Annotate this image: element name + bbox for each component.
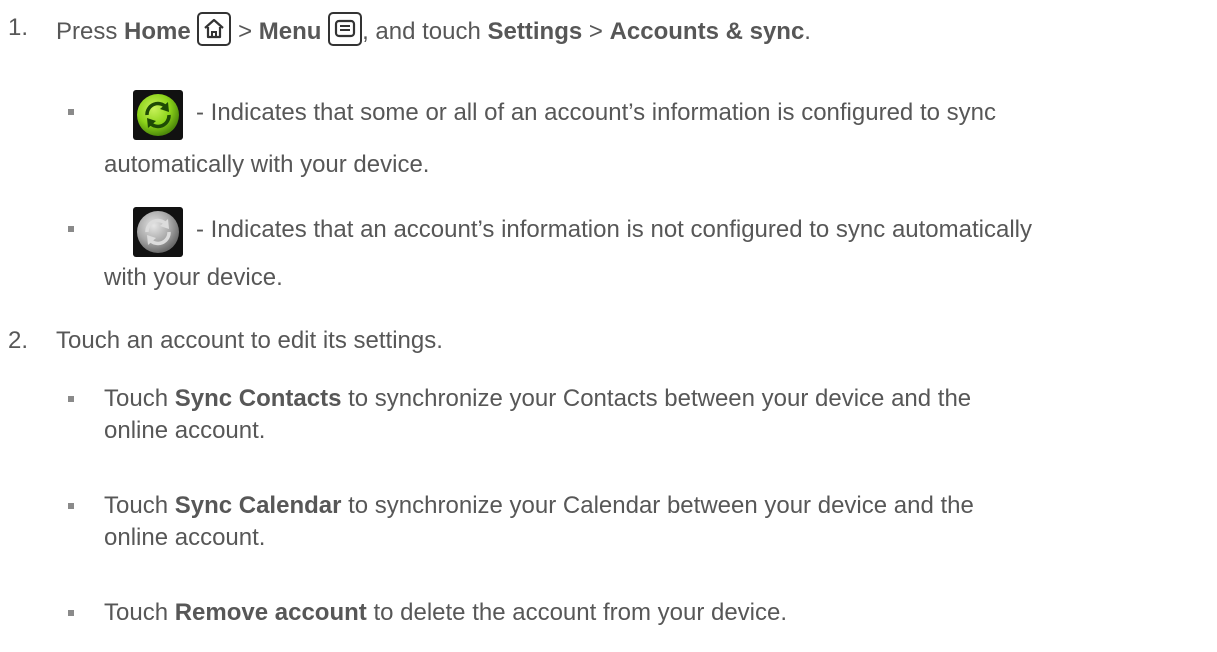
menu-icon bbox=[328, 12, 363, 46]
settings-label: Settings bbox=[487, 18, 583, 45]
sync-green-icon bbox=[133, 90, 183, 140]
list-item-line-cont: online account. bbox=[104, 524, 266, 551]
step-number: 2. bbox=[8, 327, 29, 354]
sync-gray-icon bbox=[133, 207, 183, 257]
sync-off-desc: - Indicates that an account’s informatio… bbox=[196, 216, 1033, 243]
list-item-line: Touch Sync Calendar to synchronize your … bbox=[104, 492, 974, 519]
sync-calendar-label: Sync Calendar bbox=[174, 492, 342, 519]
bullet-marker bbox=[68, 503, 74, 509]
bullet-marker bbox=[68, 396, 74, 402]
step-number: 1. bbox=[8, 14, 29, 41]
accounts-sync-label: Accounts & sync bbox=[609, 18, 805, 45]
menu-label: Menu bbox=[258, 18, 322, 45]
sync-on-desc-cont: automatically with your device. bbox=[104, 151, 430, 178]
sync-contacts-label: Sync Contacts bbox=[174, 385, 342, 412]
step-1-text: Press Home > Menu , and touch Settings >… bbox=[56, 12, 811, 48]
bullet-marker bbox=[68, 109, 74, 115]
list-item-line-cont: online account. bbox=[104, 417, 266, 444]
sync-on-desc: - Indicates that some or all of an accou… bbox=[196, 99, 996, 126]
home-icon bbox=[197, 12, 232, 46]
sync-off-desc-cont: with your device. bbox=[104, 264, 283, 291]
home-label: Home bbox=[124, 18, 191, 45]
remove-account-label: Remove account bbox=[174, 599, 367, 626]
bullet-marker bbox=[68, 226, 74, 232]
bullet-marker bbox=[68, 610, 74, 616]
step-2-text: Touch an account to edit its settings. bbox=[56, 327, 443, 354]
list-item-line: Touch Remove account to delete the accou… bbox=[104, 599, 788, 626]
list-item-line: Touch Sync Contacts to synchronize your … bbox=[104, 385, 972, 412]
